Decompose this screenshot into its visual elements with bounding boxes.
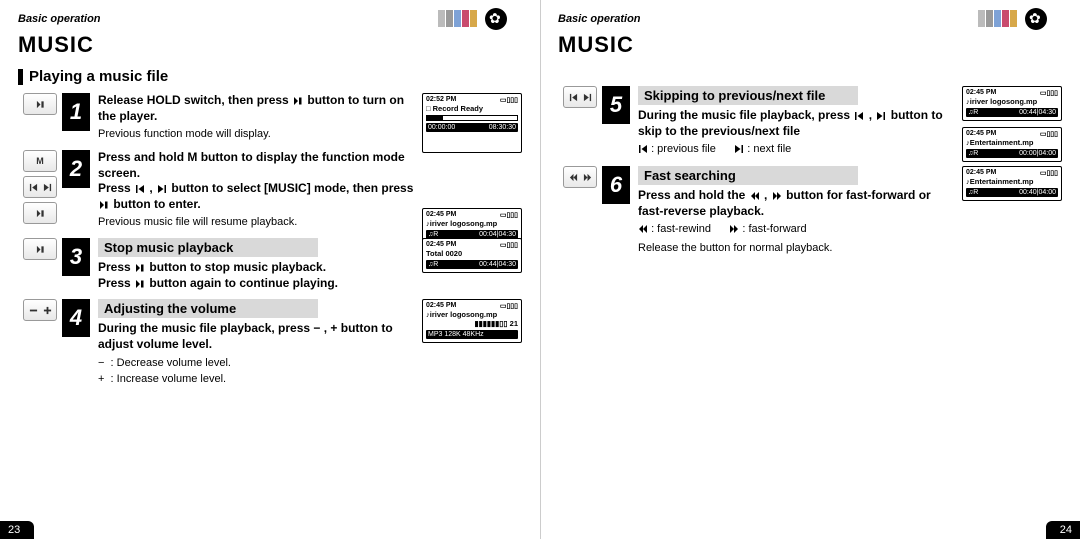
step4-line: During the music file playback, press − …: [98, 321, 417, 352]
step-3: 3 Stop music playback Press button to st…: [18, 238, 522, 291]
page-title: MUSIC: [558, 32, 1062, 58]
step1-lead: Release HOLD switch, then press button t…: [98, 93, 417, 124]
rew-icon: [638, 224, 648, 234]
color-strip-decor: [978, 10, 1017, 27]
playstop-icon: [99, 200, 109, 210]
step3-title: Stop music playback: [98, 238, 318, 257]
playstop-icon: [135, 279, 145, 289]
color-strip-decor: [438, 10, 477, 27]
step3-line1: Press button to stop music playback.: [98, 260, 417, 276]
step3-line2: Press button again to continue playing.: [98, 276, 417, 292]
header-basic-operation: Basic operation: [18, 13, 101, 25]
prev-next-button-icon: [563, 86, 597, 108]
lcd-screen-4: 02:45 PM▭▯▯▯ ♪iriver logosong.mp ▮▮▮▮▮▮▯…: [422, 299, 522, 343]
rew-icon: [750, 191, 760, 201]
page-title: MUSIC: [18, 32, 522, 58]
lcd-screen-6: 02:45 PM▭▯▯▯ ♪Entertainment.mp ♫R00:40|0…: [962, 166, 1062, 201]
next-icon: [734, 144, 744, 154]
next-icon: [157, 184, 167, 194]
header-basic-operation: Basic operation: [558, 13, 641, 25]
page-left: Basic operation MUSIC Playing a music fi…: [0, 0, 540, 539]
step5-title: Skipping to previous/next file: [638, 86, 858, 105]
step6-line: Press and hold the , button for fast-for…: [638, 188, 957, 219]
step-number: 1: [62, 93, 90, 131]
page-right: Basic operation MUSIC 5 Skipping to prev…: [540, 0, 1080, 539]
step6-legend: : fast-rewind : fast-forward: [638, 222, 957, 238]
playstop-icon: [293, 96, 303, 106]
step-5: 5 Skipping to previous/next file During …: [558, 86, 1062, 158]
step-number: 3: [62, 238, 90, 276]
volume-button-icon: [23, 299, 57, 321]
step-number: 4: [62, 299, 90, 337]
page-number-right: 24: [1046, 521, 1080, 539]
step1-sub: Previous function mode will display.: [98, 127, 417, 142]
playstop-button-icon: [23, 238, 57, 260]
prev-icon: [135, 184, 145, 194]
prev-icon: [638, 144, 648, 154]
step-2: M 2 Press and hold M button to display t…: [18, 150, 522, 230]
step4-legend: − : Decrease volume level. + : Increase …: [98, 356, 417, 388]
step2-lead-b: Press , button to select [MUSIC] mode, t…: [98, 181, 417, 212]
lcd-screen-1: 02:52 PM▭▯▯▯ □ Record Ready 00:00:0008:3…: [422, 93, 522, 153]
step6-title: Fast searching: [638, 166, 858, 185]
step2-lead-a: Press and hold M button to display the f…: [98, 150, 417, 181]
next-icon: [876, 111, 886, 121]
section-heading: Playing a music file: [18, 68, 522, 85]
prev-next-button-icon: [23, 176, 57, 198]
rewind-forward-button-icon: [563, 166, 597, 188]
playstop-button-icon: [23, 202, 57, 224]
step6-sub: Release the button for normal playback.: [638, 241, 957, 256]
step-number: 2: [62, 150, 90, 188]
ff-icon: [729, 224, 739, 234]
step5-line: During the music file playback, press , …: [638, 108, 957, 139]
step-4: 4 Adjusting the volume During the music …: [18, 299, 522, 387]
lcd-screen-5a: 02:45 PM▭▯▯▯ ♪iriver logosong.mp ♫R00:44…: [962, 86, 1062, 121]
step-6: 6 Fast searching Press and hold the , bu…: [558, 166, 1062, 256]
playstop-button-icon: [23, 93, 57, 115]
flower-icon: [1025, 8, 1047, 30]
step-number: 6: [602, 166, 630, 204]
step2-sub: Previous music file will resume playback…: [98, 215, 417, 230]
ff-icon: [772, 191, 782, 201]
step5-legend: : previous file : next file: [638, 142, 957, 158]
lcd-screen-3: 02:45 PM▭▯▯▯ Total 0020 ♫R00:44|04:30: [422, 238, 522, 273]
step-number: 5: [602, 86, 630, 124]
prev-icon: [854, 111, 864, 121]
playstop-icon: [135, 263, 145, 273]
page-number-left: 23: [0, 521, 34, 539]
document-spread: Basic operation MUSIC Playing a music fi…: [0, 0, 1080, 539]
lcd-screen-5b: 02:45 PM▭▯▯▯ ♪Entertainment.mp ♫R00:00|0…: [962, 127, 1062, 162]
step4-title: Adjusting the volume: [98, 299, 318, 318]
step-1: 1 Release HOLD switch, then press button…: [18, 93, 522, 142]
section-title: Playing a music file: [29, 68, 168, 85]
m-button-icon: M: [23, 150, 57, 172]
flower-icon: [485, 8, 507, 30]
